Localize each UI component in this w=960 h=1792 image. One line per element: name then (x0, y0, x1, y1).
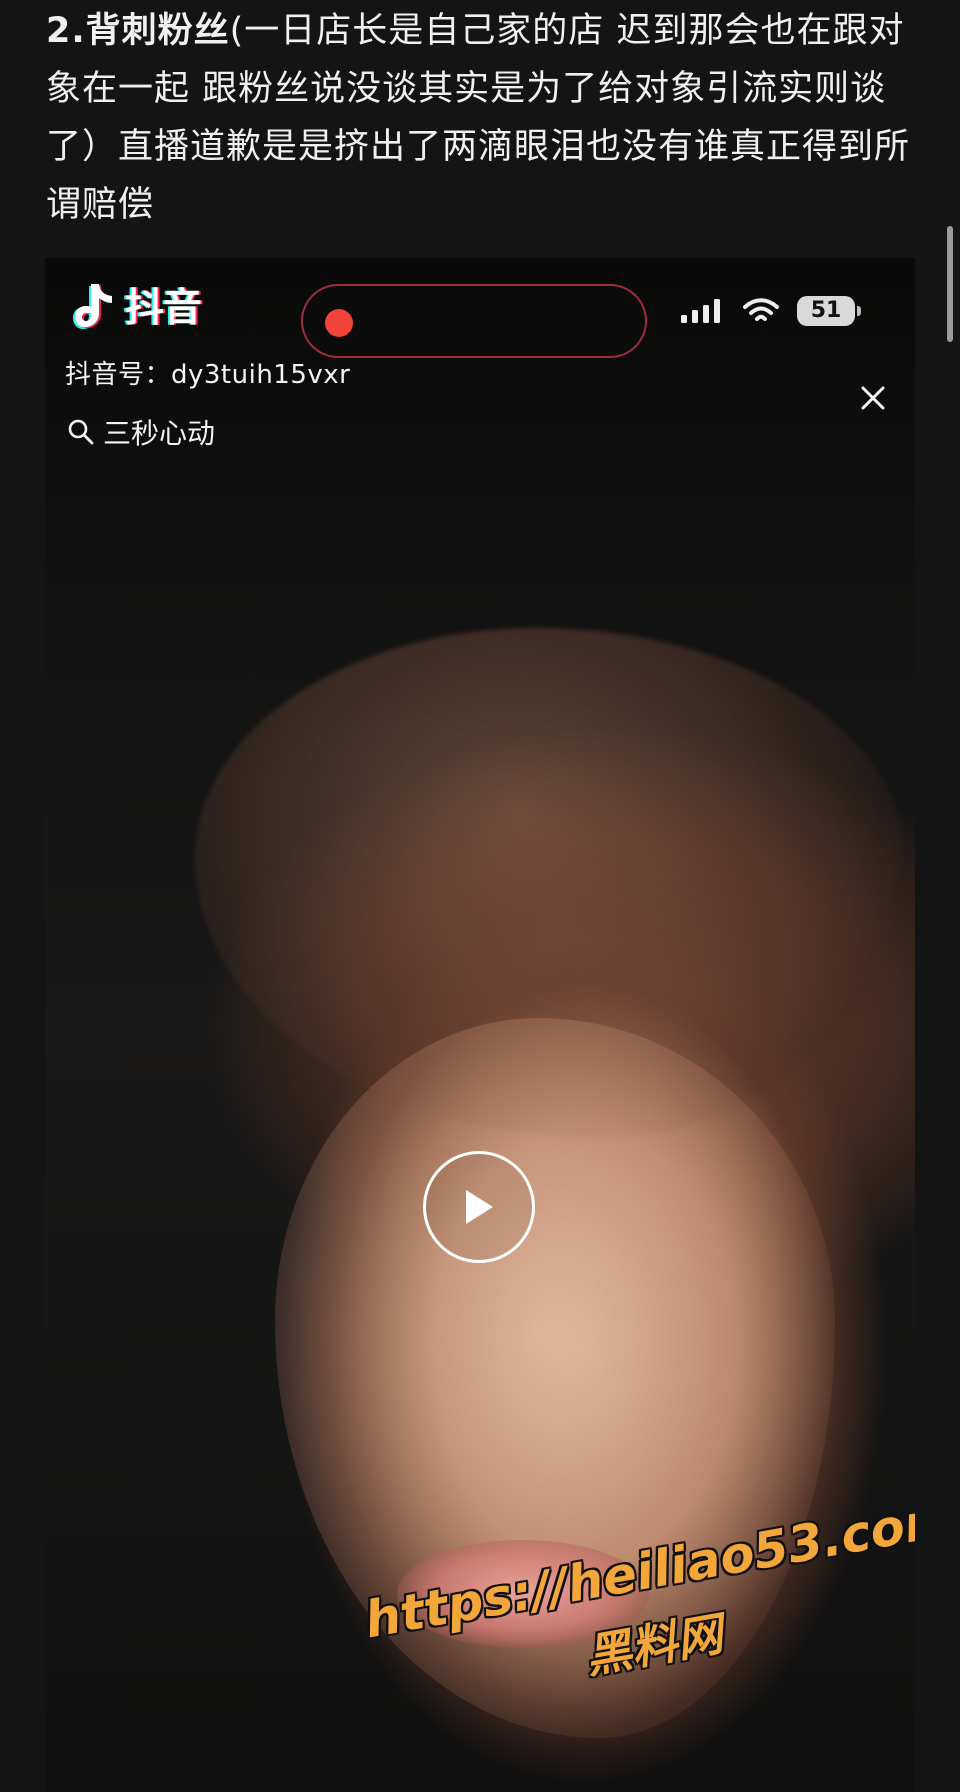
douyin-logo: 抖音 (73, 280, 202, 336)
video-status-bar: 抖音 51 抖音号：dy3tuih15vxr 三秒心动 (45, 258, 915, 450)
wifi-icon (743, 298, 779, 321)
close-button[interactable] (853, 378, 893, 418)
system-status-icons: 51 (681, 296, 861, 326)
tiktok-note-icon (73, 284, 112, 329)
video-card[interactable]: 抖音 51 抖音号：dy3tuih15vxr 三秒心动 https://heil… (45, 258, 915, 1792)
play-icon (466, 1190, 493, 1224)
close-icon (861, 386, 885, 410)
douyin-id: 抖音号：dy3tuih15vxr (65, 360, 351, 390)
signal-icon (681, 299, 720, 323)
article-text-block: 2.背刺粉丝(一日店长是自己家的店 迟到那会也在跟对象在一起 跟粉丝说没谈其实是… (46, 2, 916, 234)
search-tag-label: 三秒心动 (103, 417, 216, 450)
video-search-tag[interactable]: 三秒心动 (67, 412, 215, 452)
search-icon (68, 419, 94, 445)
play-button[interactable] (423, 1151, 535, 1263)
battery-icon: 51 (797, 296, 861, 326)
record-dot-icon (325, 309, 353, 337)
page-scrollbar[interactable] (947, 226, 953, 342)
recording-pill (301, 284, 647, 358)
battery-level: 51 (810, 298, 842, 323)
article-lead: 2.背刺粉丝 (46, 11, 230, 51)
douyin-app-name: 抖音 (125, 285, 202, 331)
